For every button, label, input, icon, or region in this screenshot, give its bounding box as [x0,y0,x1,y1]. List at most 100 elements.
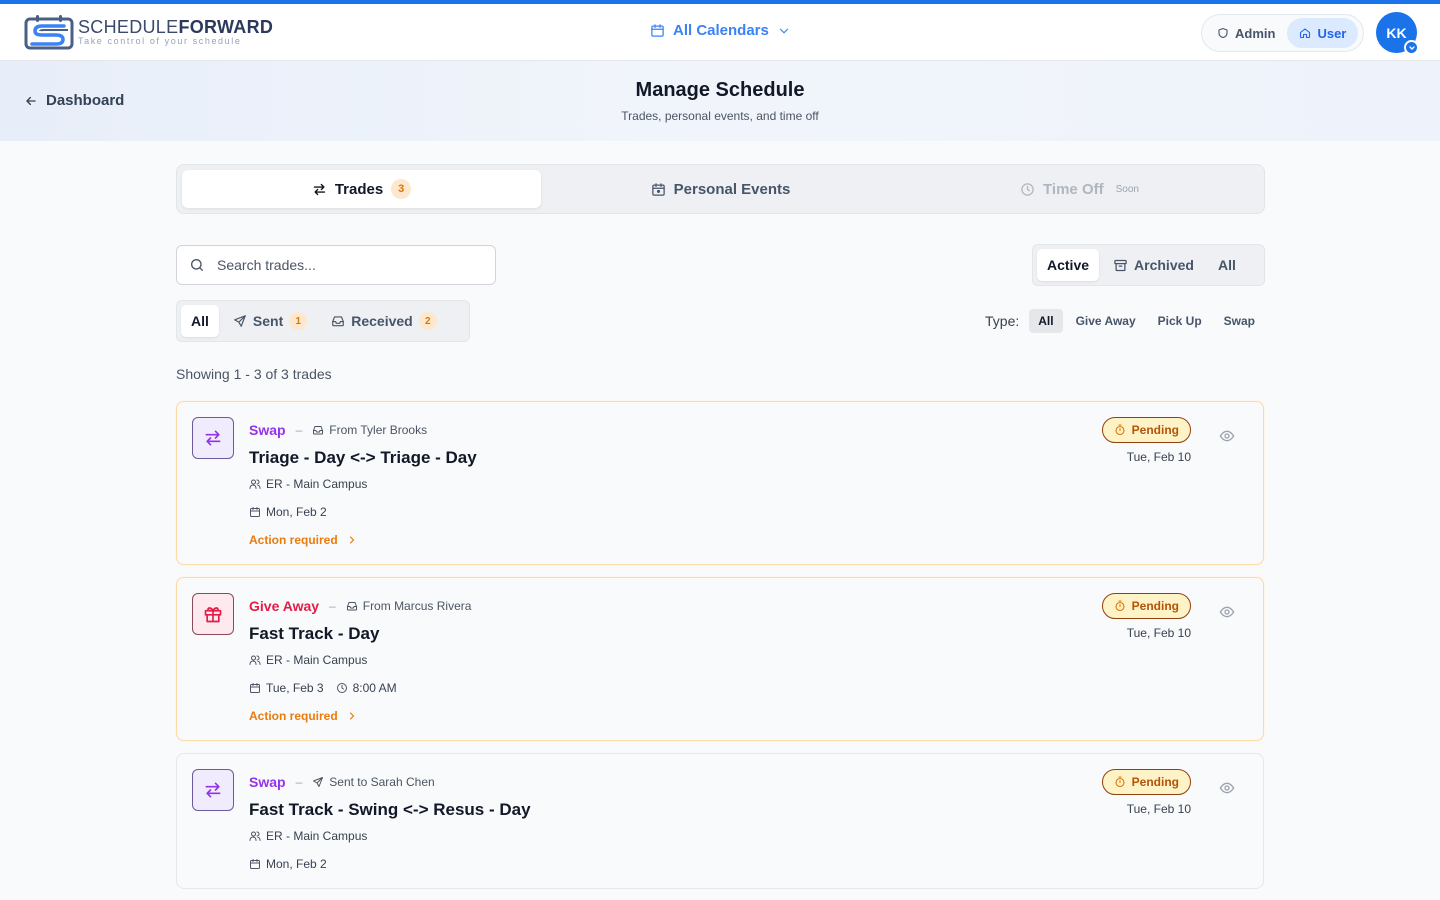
inbox-icon [313,426,324,435]
trade-date: Mon, Feb 2 [249,504,327,520]
brand-name-bold: FORWARD [178,17,274,37]
calendar-icon [250,859,260,869]
type-all-button[interactable]: All [1029,309,1063,333]
gift-icon [204,607,222,623]
tab-time-off-label: Time Off [1043,180,1104,198]
avatar-badge [1404,40,1419,55]
calendar-event-icon [651,182,665,196]
trade-time-label: 8:00 AM [352,681,397,695]
app-logo[interactable]: SCHEDULEFORWARD Take control of your sch… [24,14,273,50]
user-role-button[interactable]: User [1287,18,1359,48]
admin-role-button[interactable]: Admin [1205,18,1287,48]
status-date: Tue, Feb 10 [1126,802,1191,816]
action-required-link[interactable]: Action required [249,708,471,724]
trade-party-label: From Marcus Rivera [362,599,472,613]
direction-received-button[interactable]: Received 2 [321,305,446,337]
trade-date: Mon, Feb 2 [249,856,327,872]
tab-trades[interactable]: Trades 3 [182,170,541,208]
results-count: Showing 1 - 3 of 3 trades [176,366,332,382]
status-all-button[interactable]: All [1208,249,1246,281]
chevron-down-icon [779,28,788,34]
page-subtitle: Trades, personal events, and time off [621,109,819,123]
status-badge-label: Pending [1131,775,1179,789]
trade-location: ER - Main Campus [249,828,531,844]
action-required-link[interactable]: Action required [249,532,477,548]
trade-card[interactable]: Give Away – From Marcus Rivera Fast Trac… [176,577,1264,741]
trade-type-label: Swap [249,774,286,790]
view-details-button[interactable] [1219,428,1235,444]
timer-icon [1115,776,1125,788]
swap-arrows-icon [205,430,221,446]
type-swap-button[interactable]: Swap [1215,309,1264,333]
direction-sent-label: Sent [252,313,284,329]
calendar-selector-label: All Calendars [673,22,769,39]
chevron-right-icon [349,712,355,720]
users-icon [249,479,261,489]
trade-title: Fast Track - Swing <-> Resus - Day [249,800,531,819]
status-date: Tue, Feb 10 [1126,450,1191,464]
view-details-button[interactable] [1219,604,1235,620]
action-required-label: Action required [249,533,338,547]
send-icon [313,777,324,787]
status-badge: Pending [1101,417,1191,443]
trade-date-label: Tue, Feb 3 [266,681,324,695]
avatar-initials: KK [1386,24,1407,41]
separator: – [295,423,303,437]
clock-icon [1021,182,1034,196]
user-avatar[interactable]: KK [1376,12,1419,55]
send-icon [234,315,246,327]
calendar-icon [651,24,664,37]
trade-date: Tue, Feb 3 [249,680,324,696]
trade-party-label: Sent to Sarah Chen [329,775,435,789]
type-filter-label: Type: [985,313,1020,329]
status-badge-label: Pending [1131,599,1179,613]
status-archived-label: Archived [1134,257,1194,273]
trade-title: Fast Track - Day [249,624,380,643]
trade-type-label: Give Away [249,598,320,614]
user-role-label: User [1317,25,1347,41]
type-filter: Type: All Give Away Pick Up Swap [985,309,1264,333]
trade-title: Triage - Day <-> Triage - Day [249,448,477,467]
type-pick-up-button[interactable]: Pick Up [1149,309,1211,333]
search-icon [191,259,203,271]
tab-trades-label: Trades [334,180,384,198]
calendar-selector[interactable]: All Calendars [650,22,791,39]
trade-party-label: From Tyler Brooks [329,423,428,437]
status-filter: Active Archived All [1032,244,1265,286]
status-active-button[interactable]: Active [1037,249,1100,281]
trade-location-label: ER - Main Campus [266,477,368,491]
trade-party: From Tyler Brooks [312,423,427,437]
brand-name-light: SCHEDULE [78,17,179,37]
inbox-icon [332,316,345,327]
trade-location-label: ER - Main Campus [266,653,368,667]
users-icon [249,831,261,841]
type-give-away-button[interactable]: Give Away [1067,309,1145,333]
direction-received-label: Received [351,313,413,329]
calendar-icon [250,683,260,693]
direction-all-button[interactable]: All [181,305,219,337]
status-archived-button[interactable]: Archived [1103,249,1204,281]
view-details-button[interactable] [1219,780,1235,796]
trade-party: Sent to Sarah Chen [312,775,435,789]
trade-card[interactable]: Swap – From Tyler Brooks Triage - Day <-… [176,401,1264,565]
archive-icon [1114,259,1127,271]
shield-icon [1218,27,1228,39]
tab-personal-events[interactable]: Personal Events [541,170,900,208]
admin-role-label: Admin [1235,25,1276,41]
trade-card[interactable]: Swap – Sent to Sarah Chen Fast Track - S… [176,753,1264,889]
page-title: Manage Schedule [635,79,805,101]
separator: – [329,599,336,613]
eye-icon [1219,782,1235,794]
brand-tagline: Take control of your schedule [78,36,242,46]
trade-party: From Marcus Rivera [346,599,472,613]
direction-sent-button[interactable]: Sent 1 [223,305,317,337]
direction-filter: All Sent 1 Received 2 [176,300,470,342]
trade-location-label: ER - Main Campus [266,829,368,843]
tab-time-off: Time Off Soon [900,170,1259,208]
users-icon [249,655,261,665]
check-icon [1408,45,1415,50]
trade-type-icon [192,769,234,811]
search-input[interactable] [217,257,477,273]
status-badge: Pending [1101,769,1191,795]
status-badge: Pending [1101,593,1191,619]
